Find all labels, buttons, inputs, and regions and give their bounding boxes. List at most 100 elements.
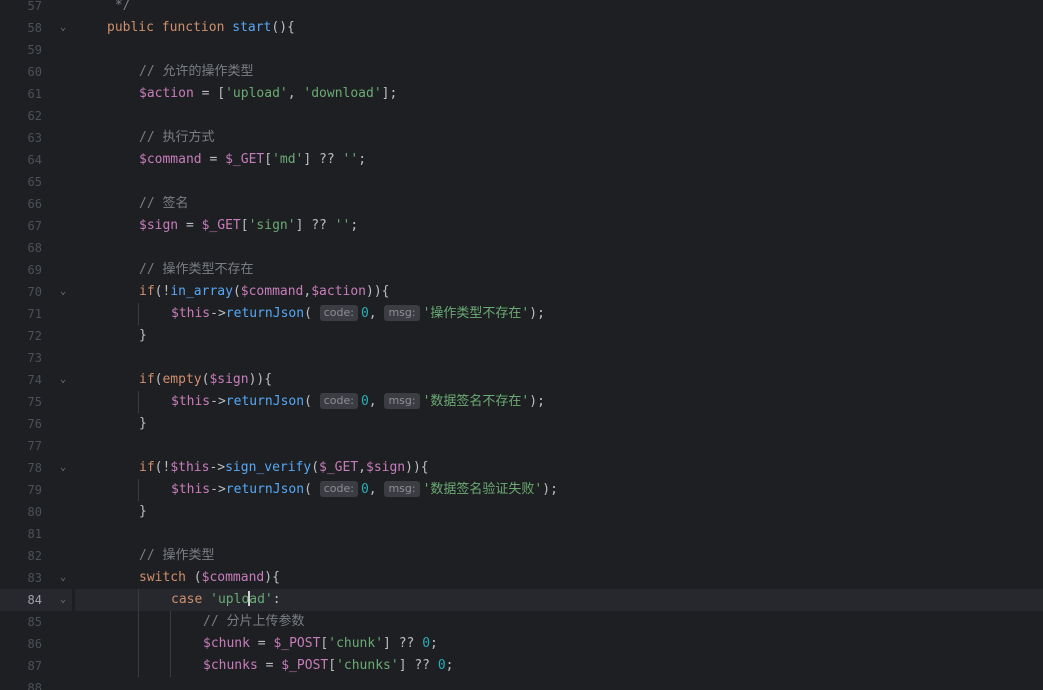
code-token: ; xyxy=(430,636,438,651)
code-token: case xyxy=(171,592,211,607)
gutter-line: 72 xyxy=(0,325,72,347)
gutter-line: 68 xyxy=(0,237,72,259)
line-number: 73 xyxy=(27,351,42,365)
code-line[interactable]: // 签名 xyxy=(75,193,1043,215)
gutter-line: 88 xyxy=(0,677,72,690)
code-token: $sign xyxy=(209,372,249,387)
code-token: ( xyxy=(193,570,202,585)
code-line[interactable]: // 操作类型 xyxy=(75,545,1043,567)
fold-chevron-icon[interactable]: ⌄ xyxy=(60,281,66,303)
code-token: ){ xyxy=(264,570,280,585)
indent-guide xyxy=(138,479,139,501)
code-token: $action xyxy=(311,284,367,299)
code-line[interactable]: $this->returnJson( code: 0, msg: '数据签名验证失败… xyxy=(75,479,1043,501)
gutter-line: 78 ⌄ xyxy=(0,457,72,479)
code-line[interactable] xyxy=(75,105,1043,127)
code-token: -> xyxy=(209,460,226,475)
gutter-line: 74 ⌄ xyxy=(0,369,72,391)
fold-chevron-icon[interactable]: ⌄ xyxy=(60,369,66,391)
line-number: 67 xyxy=(27,219,42,233)
code-token: empty xyxy=(162,372,202,387)
code-line[interactable]: // 操作类型不存在 xyxy=(75,259,1043,281)
code-line[interactable]: $action = ['upload', 'download']; xyxy=(75,83,1043,105)
code-line[interactable]: if(empty($sign)){ xyxy=(75,369,1043,391)
code-token: , xyxy=(358,460,366,475)
code-line[interactable] xyxy=(75,171,1043,193)
code-token: returnJson xyxy=(225,306,305,321)
code-line[interactable]: $this->returnJson( code: 0, msg: '数据签名不存在'… xyxy=(75,391,1043,413)
code-token: } xyxy=(139,328,147,343)
gutter-line: 86 xyxy=(0,633,72,655)
line-number: 57 xyxy=(27,0,42,13)
code-token: ); xyxy=(542,482,558,497)
code-token: , xyxy=(368,306,385,321)
code-token: if xyxy=(139,460,155,475)
code-token: $command xyxy=(139,152,202,167)
code-line[interactable]: case 'upload': xyxy=(75,589,1043,611)
code-line[interactable] xyxy=(75,435,1043,457)
code-token: )){ xyxy=(248,372,273,387)
parameter-hint: msg: xyxy=(384,481,420,497)
code-line[interactable]: // 分片上传参数 xyxy=(75,611,1043,633)
gutter-line: 62 xyxy=(0,105,72,127)
code-token: ( xyxy=(311,460,320,475)
code-line[interactable]: */ xyxy=(75,0,1043,17)
fold-chevron-icon[interactable]: ⌄ xyxy=(60,567,66,589)
code-token: ] ?? xyxy=(383,636,423,651)
code-editor[interactable]: 57 58 ⌄ 59 60 61 62 63 64 65 66 67 68 69 70 ⌄ 71 72 73 74 ⌄ 7… xyxy=(0,0,1043,690)
code-token: )){ xyxy=(366,284,390,299)
code-token: 'upload' xyxy=(225,86,288,101)
line-number: 88 xyxy=(27,681,42,690)
code-token: 'download' xyxy=(303,86,382,101)
code-line[interactable] xyxy=(75,677,1043,690)
code-line[interactable]: $command = $_GET['md'] ?? ''; xyxy=(75,149,1043,171)
gutter-line: 60 xyxy=(0,61,72,83)
code-token: $this xyxy=(171,394,211,409)
code-line[interactable]: $sign = $_GET['sign'] ?? ''; xyxy=(75,215,1043,237)
code-token: $command xyxy=(201,570,265,585)
code-token: } xyxy=(139,504,147,519)
code-line[interactable] xyxy=(75,237,1043,259)
code-line[interactable]: $chunk = $_POST['chunk'] ?? 0; xyxy=(75,633,1043,655)
code-line[interactable]: } xyxy=(75,413,1043,435)
gutter-line: 64 xyxy=(0,149,72,171)
code-line[interactable]: public function start(){ xyxy=(75,17,1043,39)
line-number: 87 xyxy=(27,659,42,673)
code-token: ( xyxy=(232,284,241,299)
indent-guide xyxy=(138,391,139,413)
fold-chevron-icon[interactable]: ⌄ xyxy=(60,457,66,479)
code-line[interactable]: } xyxy=(75,325,1043,347)
code-token: $command xyxy=(240,284,304,299)
code-token: // 操作类型 xyxy=(139,548,215,563)
code-line[interactable]: if(!$this->sign_verify($_GET,$sign)){ xyxy=(75,457,1043,479)
code-token: $this xyxy=(171,306,211,321)
line-number: 80 xyxy=(27,505,42,519)
fold-chevron-icon[interactable]: ⌄ xyxy=(60,17,66,39)
code-token: '数据签名验证失败' xyxy=(422,482,543,497)
code-token: 'sign' xyxy=(248,218,296,233)
code-line[interactable] xyxy=(75,347,1043,369)
code-line[interactable]: $chunks = $_POST['chunks'] ?? 0; xyxy=(75,655,1043,677)
line-number: 78 xyxy=(27,461,42,475)
code-line[interactable]: } xyxy=(75,501,1043,523)
code-line[interactable] xyxy=(75,39,1043,61)
code-token: -> xyxy=(210,394,226,409)
parameter-hint: code: xyxy=(319,481,358,497)
code-line[interactable]: // 允许的操作类型 xyxy=(75,61,1043,83)
code-line[interactable]: $this->returnJson( code: 0, msg: '操作类型不存在'… xyxy=(75,303,1043,325)
code-line[interactable]: if(!in_array($command,$action)){ xyxy=(75,281,1043,303)
line-number: 72 xyxy=(27,329,42,343)
gutter-line: 67 xyxy=(0,215,72,237)
gutter-line: 65 xyxy=(0,171,72,193)
code-token: , xyxy=(287,86,304,101)
fold-chevron-icon[interactable]: ⌄ xyxy=(60,589,66,611)
gutter-line: 70 ⌄ xyxy=(0,281,72,303)
code-token: 0 xyxy=(437,658,446,673)
gutter-line: 57 xyxy=(0,0,72,17)
code-line[interactable]: switch ($command){ xyxy=(75,567,1043,589)
code-line[interactable] xyxy=(75,523,1043,545)
code-token: $sign xyxy=(139,218,179,233)
code-token: // 签名 xyxy=(139,196,189,211)
gutter-line: 61 xyxy=(0,83,72,105)
code-line[interactable]: // 执行方式 xyxy=(75,127,1043,149)
